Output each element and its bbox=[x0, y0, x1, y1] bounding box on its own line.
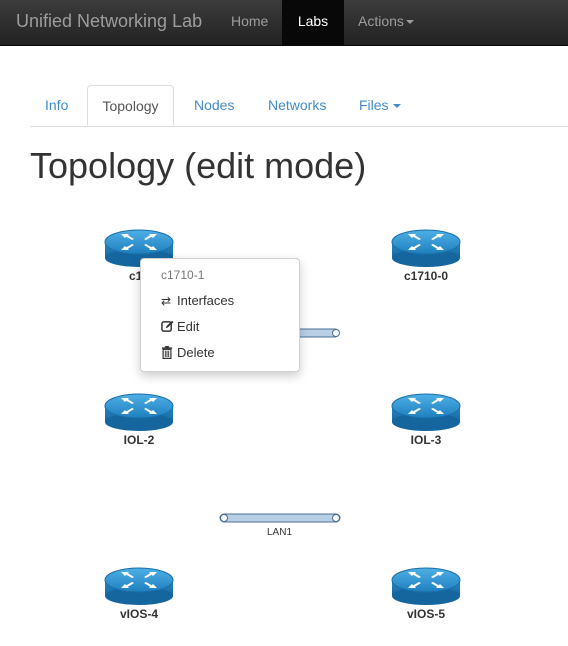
router-icon bbox=[391, 392, 461, 432]
nav-actions-label: Actions bbox=[358, 13, 404, 29]
node-label: c1710-0 bbox=[403, 269, 449, 283]
node-context-menu: c1710-1 ⇄ Interfaces Edit Delete bbox=[140, 258, 300, 372]
caret-down-icon bbox=[392, 104, 401, 109]
network-bar-lan1[interactable] bbox=[219, 512, 343, 524]
trash-icon bbox=[161, 346, 177, 360]
navbar: Unified Networking Lab Home Labs Actions bbox=[0, 0, 568, 46]
nav-actions-dropdown[interactable]: Actions bbox=[358, 0, 414, 45]
network-label-lan1: LAN1 bbox=[267, 527, 293, 538]
tab-files-label: Files bbox=[359, 97, 389, 113]
tab-topology[interactable]: Topology bbox=[87, 85, 174, 126]
tab-nodes[interactable]: Nodes bbox=[194, 85, 234, 125]
menu-item-label: Interfaces bbox=[177, 293, 235, 308]
menu-item-label: Edit bbox=[177, 319, 200, 334]
tab-bar: Info Topology Nodes Networks Files bbox=[30, 85, 568, 127]
node-iol-2[interactable]: IOL-2 bbox=[94, 392, 184, 447]
nav-home[interactable]: Home bbox=[231, 0, 268, 45]
node-c1710-0[interactable]: c1710-0 bbox=[381, 228, 471, 283]
tab-info[interactable]: Info bbox=[45, 85, 68, 125]
node-label: vIOS-5 bbox=[406, 607, 445, 621]
router-icon bbox=[391, 228, 461, 268]
router-icon bbox=[104, 566, 174, 606]
router-icon bbox=[104, 392, 174, 432]
context-menu-header: c1710-1 bbox=[161, 268, 205, 282]
menu-item-edit[interactable]: Edit bbox=[161, 319, 199, 334]
caret-down-icon bbox=[405, 20, 414, 25]
router-icon bbox=[391, 566, 461, 606]
node-vios-4[interactable]: vIOS-4 bbox=[94, 566, 184, 621]
node-label: IOL-2 bbox=[123, 433, 155, 447]
menu-item-interfaces[interactable]: ⇄ Interfaces bbox=[161, 293, 234, 308]
edit-icon bbox=[161, 320, 177, 334]
menu-item-label: Delete bbox=[177, 345, 215, 360]
brand-link[interactable]: Unified Networking Lab bbox=[16, 11, 202, 32]
nav-labs[interactable]: Labs bbox=[282, 0, 344, 45]
node-label: vIOS-4 bbox=[119, 607, 158, 621]
tab-networks[interactable]: Networks bbox=[268, 85, 326, 125]
tab-files-dropdown[interactable]: Files bbox=[359, 85, 401, 125]
page-title: Topology (edit mode) bbox=[30, 145, 367, 186]
node-vios-5[interactable]: vIOS-5 bbox=[381, 566, 471, 621]
node-label: IOL-3 bbox=[410, 433, 442, 447]
menu-item-delete[interactable]: Delete bbox=[161, 345, 215, 360]
node-iol-3[interactable]: IOL-3 bbox=[381, 392, 471, 447]
exchange-icon: ⇄ bbox=[161, 294, 172, 308]
